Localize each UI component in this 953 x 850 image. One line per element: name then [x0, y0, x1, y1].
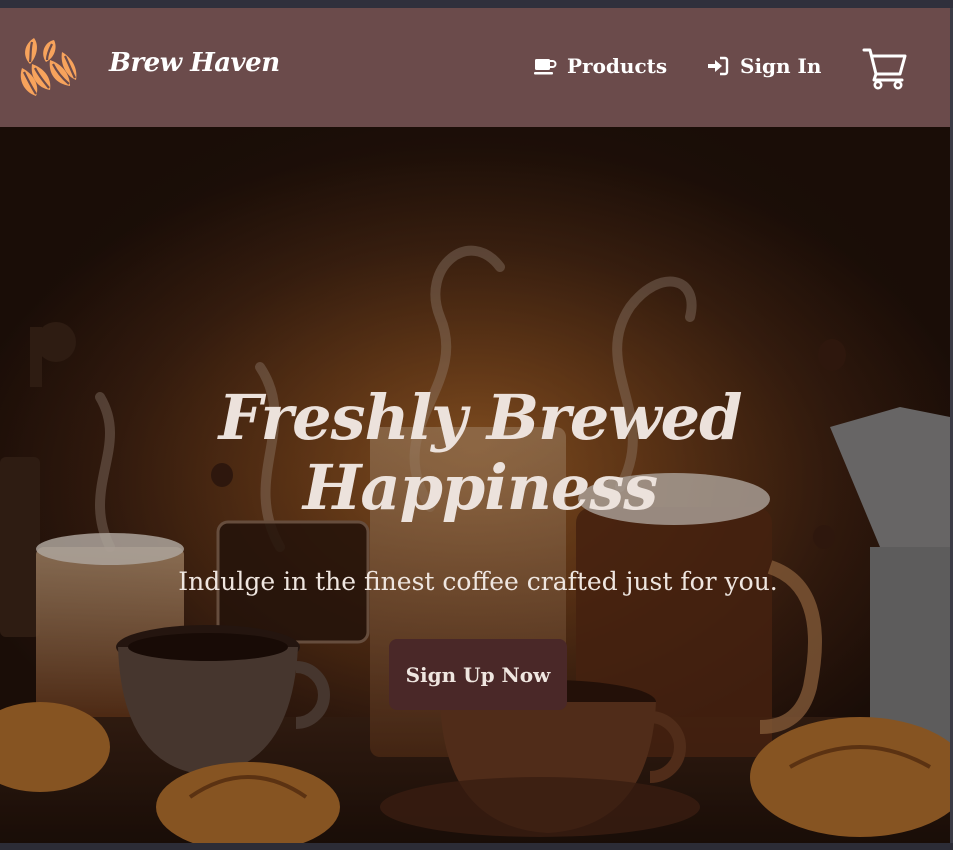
nav-signin-link[interactable]: Sign In [706, 54, 821, 78]
hero-section: Freshly Brewed Happiness Indulge in the … [0, 127, 950, 843]
nav-products-link[interactable]: Products [533, 54, 667, 78]
window-bottom-edge [0, 843, 953, 850]
hero-title-line1: Freshly Brewed [218, 381, 743, 454]
shopping-cart-icon[interactable] [862, 46, 908, 90]
coffee-cup-icon [534, 59, 557, 75]
brand-name[interactable]: Brew Haven [109, 48, 280, 78]
navbar: Brew Haven Products Sign In [0, 8, 950, 127]
sign-up-button[interactable]: Sign Up Now [389, 639, 567, 710]
hero-title: Freshly Brewed Happiness [175, 383, 785, 523]
coffee-beans-logo-icon[interactable] [14, 34, 82, 102]
sign-in-icon [708, 56, 729, 76]
window-top-edge [0, 0, 953, 8]
nav-products-label: Products [567, 54, 668, 78]
hero-subtitle: Indulge in the finest coffee crafted jus… [178, 567, 778, 596]
hero-title-line2: Happiness [302, 451, 658, 524]
nav-signin-label: Sign In [740, 54, 822, 78]
